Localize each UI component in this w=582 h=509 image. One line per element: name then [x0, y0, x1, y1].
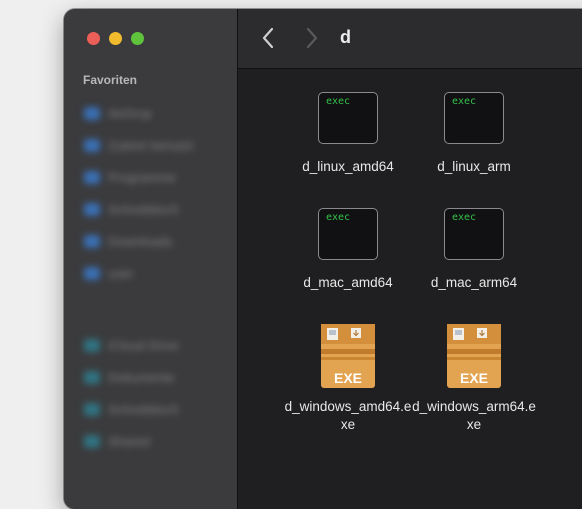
window-controls: [87, 32, 144, 45]
sidebar-item[interactable]: AirDrop: [84, 97, 234, 129]
sidebar: Favoriten AirDrop Zuletzt benutzt Progra…: [64, 9, 238, 509]
file-name: d_windows_amd64.exe: [284, 399, 412, 432]
file-name: d_linux_amd64: [302, 159, 394, 174]
file-item[interactable]: exec d_linux_amd64: [278, 92, 418, 176]
finder-window: Favoriten AirDrop Zuletzt benutzt Progra…: [64, 9, 582, 509]
cloud-icon: [84, 338, 100, 352]
svg-text:EXE: EXE: [460, 370, 488, 386]
sidebar-item[interactable]: Shared: [84, 425, 234, 457]
desktop-icon: [84, 402, 100, 416]
sidebar-item[interactable]: Programme: [84, 161, 234, 193]
terminal-executable-icon: exec: [318, 92, 378, 144]
file-item[interactable]: EXE d_windows_arm64.exe: [404, 322, 544, 434]
file-name: d_windows_arm64.exe: [412, 399, 536, 432]
folder-icon: [84, 434, 100, 448]
close-button[interactable]: [87, 32, 100, 45]
minimize-button[interactable]: [109, 32, 122, 45]
sidebar-favorites-list: AirDrop Zuletzt benutzt Programme Schrei…: [84, 97, 234, 289]
back-button[interactable]: [256, 26, 280, 50]
sidebar-item[interactable]: user: [84, 257, 234, 289]
zoom-button[interactable]: [131, 32, 144, 45]
file-item[interactable]: EXE d_windows_amd64.exe: [278, 322, 418, 434]
download-icon: [84, 234, 100, 248]
chevron-left-icon: [262, 27, 274, 49]
sidebar-icloud-list: iCloud Drive Dokumente Schreibtisch Shar…: [84, 329, 234, 457]
airdrop-icon: [84, 106, 100, 120]
chevron-right-icon: [306, 27, 318, 49]
file-item[interactable]: exec d_mac_amd64: [278, 208, 418, 292]
forward-button[interactable]: [300, 26, 324, 50]
document-icon: [84, 370, 100, 384]
file-item[interactable]: exec d_linux_arm: [404, 92, 544, 176]
folder-title: d: [340, 27, 351, 47]
sidebar-item[interactable]: Downloads: [84, 225, 234, 257]
file-name: d_linux_arm: [437, 159, 511, 174]
clock-icon: [84, 138, 100, 152]
sidebar-item[interactable]: Schreibtisch: [84, 193, 234, 225]
file-grid: exec d_linux_amd64 exec d_linux_arm exec…: [238, 69, 582, 509]
desktop-icon: [84, 202, 100, 216]
sidebar-item[interactable]: Schreibtisch: [84, 393, 234, 425]
terminal-executable-icon: exec: [444, 92, 504, 144]
file-item[interactable]: exec d_mac_arm64: [404, 208, 544, 292]
exe-package-icon: EXE: [319, 322, 377, 390]
file-name: d_mac_amd64: [303, 275, 393, 290]
home-icon: [84, 266, 100, 280]
sidebar-item[interactable]: Dokumente: [84, 361, 234, 393]
toolbar: d: [238, 9, 582, 69]
sidebar-section-favorites: Favoriten: [83, 73, 138, 87]
terminal-executable-icon: exec: [444, 208, 504, 260]
svg-text:EXE: EXE: [334, 370, 362, 386]
file-name: d_mac_arm64: [430, 275, 518, 290]
sidebar-item[interactable]: iCloud Drive: [84, 329, 234, 361]
sidebar-item[interactable]: Zuletzt benutzt: [84, 129, 234, 161]
applications-icon: [84, 170, 100, 184]
terminal-executable-icon: exec: [318, 208, 378, 260]
exe-package-icon: EXE: [445, 322, 503, 390]
